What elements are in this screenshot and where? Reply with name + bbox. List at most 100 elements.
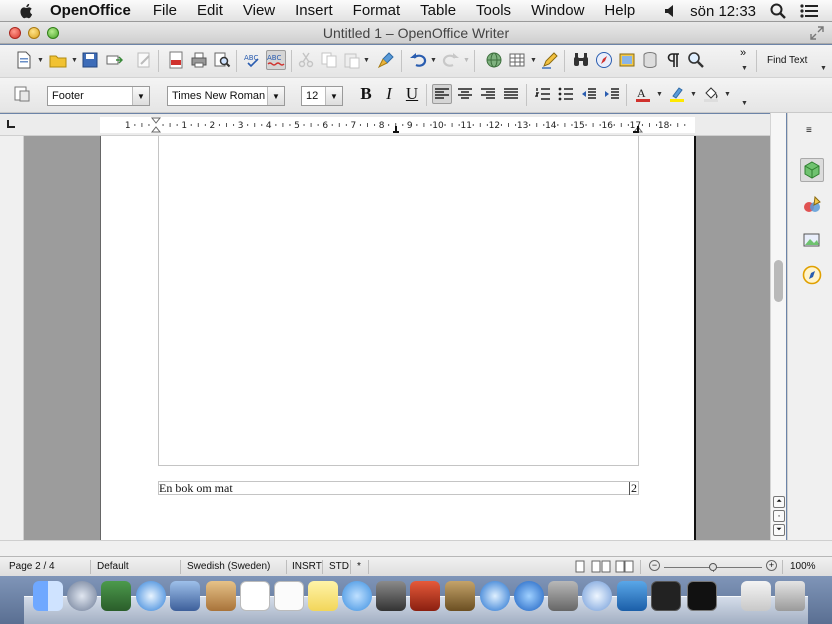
chevron-down-icon[interactable]: ▼ — [724, 91, 732, 99]
language-status[interactable]: Swedish (Sweden) — [187, 561, 270, 572]
horizontal-ruler[interactable]: 1 1 2 3 4 5 6 7 8 9 10 11 12 13 14 15 16 17 18 — [0, 114, 770, 136]
zoom-button[interactable] — [686, 50, 706, 70]
page-style-status[interactable]: Default — [97, 561, 129, 572]
print-preview-button[interactable] — [212, 50, 232, 70]
save-button[interactable] — [80, 50, 100, 70]
reminders-icon[interactable] — [274, 581, 304, 611]
styles-deck-button[interactable] — [800, 193, 824, 217]
messages-icon[interactable] — [342, 581, 372, 611]
footer-text[interactable]: En bok om mat — [159, 482, 233, 495]
chevron-down-icon[interactable]: ▼ — [363, 57, 371, 65]
edit-file-button[interactable] — [134, 50, 154, 70]
export-pdf-button[interactable] — [166, 50, 186, 70]
openoffice-icon[interactable] — [582, 581, 612, 611]
selection-mode-status[interactable]: STD — [329, 561, 349, 572]
align-center-button[interactable] — [455, 84, 475, 104]
iphoto-icon[interactable] — [445, 581, 475, 611]
font-name-combo[interactable]: Times New Roman ▼ — [167, 86, 285, 106]
notification-list-icon[interactable] — [800, 4, 818, 18]
autospellcheck-toggle[interactable]: ABC — [266, 50, 286, 70]
chevron-down-icon[interactable]: ▼ — [132, 87, 149, 105]
volume-icon[interactable] — [664, 4, 676, 18]
menu-view[interactable]: View — [243, 2, 275, 19]
zoom-in-button[interactable]: + — [766, 560, 777, 571]
console-icon[interactable] — [651, 581, 681, 611]
data-sources-button[interactable] — [640, 50, 660, 70]
justify-button[interactable] — [501, 84, 521, 104]
notes-icon[interactable] — [308, 581, 338, 611]
sidebar-menu-icon[interactable]: ≡ — [806, 125, 812, 136]
decrease-indent-button[interactable] — [579, 84, 599, 104]
chevron-down-icon[interactable]: ▼ — [267, 87, 284, 105]
calendar-icon[interactable] — [240, 581, 270, 611]
fullscreen-icon[interactable] — [810, 26, 824, 40]
new-document-button[interactable] — [14, 50, 34, 70]
properties-deck-button[interactable] — [800, 158, 824, 182]
numbering-button[interactable] — [533, 84, 553, 104]
chevron-down-icon[interactable]: ▼ — [690, 91, 698, 99]
chevron-down-icon[interactable]: ▼ — [430, 57, 438, 65]
chevron-down-icon[interactable]: ▼ — [741, 100, 749, 108]
toolbar-overflow-icon[interactable]: » — [740, 47, 746, 59]
navigation-mode-button[interactable]: ◦ — [773, 510, 785, 522]
safari-icon[interactable] — [136, 581, 166, 611]
align-right-button[interactable] — [478, 84, 498, 104]
chevron-down-icon[interactable]: ▼ — [463, 57, 471, 65]
zoom-percentage[interactable]: 100% — [790, 561, 816, 572]
menu-format[interactable]: Format — [353, 2, 401, 19]
open-button[interactable] — [48, 50, 68, 70]
minimize-window-button[interactable] — [28, 27, 40, 39]
multi-page-view-icon[interactable] — [591, 560, 611, 573]
terminal-icon[interactable] — [687, 581, 717, 611]
font-color-button[interactable]: A — [633, 84, 653, 104]
menu-edit[interactable]: Edit — [197, 2, 223, 19]
network-app-icon[interactable] — [617, 581, 647, 611]
gallery-button[interactable] — [617, 50, 637, 70]
increase-indent-button[interactable] — [602, 84, 622, 104]
document-page[interactable]: En bok om mat 2 — [100, 136, 696, 540]
paragraph-style-combo[interactable]: Footer ▼ — [47, 86, 150, 106]
document-modified-status[interactable]: * — [357, 561, 361, 572]
zoom-slider[interactable] — [664, 563, 762, 572]
downloads-stack-icon[interactable] — [741, 581, 771, 611]
document-canvas[interactable]: En bok om mat 2 — [24, 136, 770, 540]
navigator-deck-button[interactable] — [800, 263, 824, 287]
text-area-boundary[interactable] — [158, 136, 639, 466]
chevron-down-icon[interactable]: ▼ — [530, 57, 538, 65]
mission-control-icon[interactable] — [101, 581, 131, 611]
chevron-down-icon[interactable]: ▼ — [325, 87, 342, 105]
menu-table[interactable]: Table — [420, 2, 456, 19]
scrollbar-thumb[interactable] — [774, 260, 783, 302]
background-color-button[interactable] — [701, 84, 721, 104]
spellcheck-button[interactable]: ABC — [243, 50, 263, 70]
chevron-down-icon[interactable]: ▼ — [741, 65, 749, 73]
page-number-status[interactable]: Page 2 / 4 — [9, 561, 55, 572]
bold-button[interactable]: B — [356, 84, 376, 104]
facetime-icon[interactable] — [376, 581, 406, 611]
underline-button[interactable]: U — [402, 84, 422, 104]
hyperlink-button[interactable] — [484, 50, 504, 70]
undo-button[interactable] — [408, 50, 428, 70]
align-left-button[interactable] — [432, 84, 452, 104]
chevron-down-icon[interactable]: ▼ — [37, 57, 45, 65]
vertical-scrollbar[interactable]: ⏶ ◦ ⏷ — [770, 113, 786, 540]
navigator-button[interactable] — [594, 50, 614, 70]
launchpad-icon[interactable] — [67, 581, 97, 611]
trash-icon[interactable] — [775, 581, 805, 611]
tab-stop-selector-icon[interactable] — [7, 120, 15, 128]
system-preferences-icon[interactable] — [548, 581, 578, 611]
redo-button[interactable] — [441, 50, 461, 70]
highlighting-button[interactable] — [667, 84, 687, 104]
show-draw-functions-button[interactable] — [540, 50, 560, 70]
gallery-deck-button[interactable] — [800, 228, 824, 252]
contacts-icon[interactable] — [206, 581, 236, 611]
app-store-icon[interactable] — [514, 581, 544, 611]
close-window-button[interactable] — [9, 27, 21, 39]
left-indent-marker[interactable] — [150, 117, 162, 133]
zoom-out-button[interactable]: − — [649, 560, 660, 571]
footer-area[interactable]: En bok om mat 2 — [158, 481, 639, 495]
zoom-window-button[interactable] — [47, 27, 59, 39]
chevron-down-icon[interactable]: ▼ — [820, 65, 828, 73]
clock[interactable]: sön 12:33 — [690, 3, 756, 20]
photo-booth-icon[interactable] — [410, 581, 440, 611]
